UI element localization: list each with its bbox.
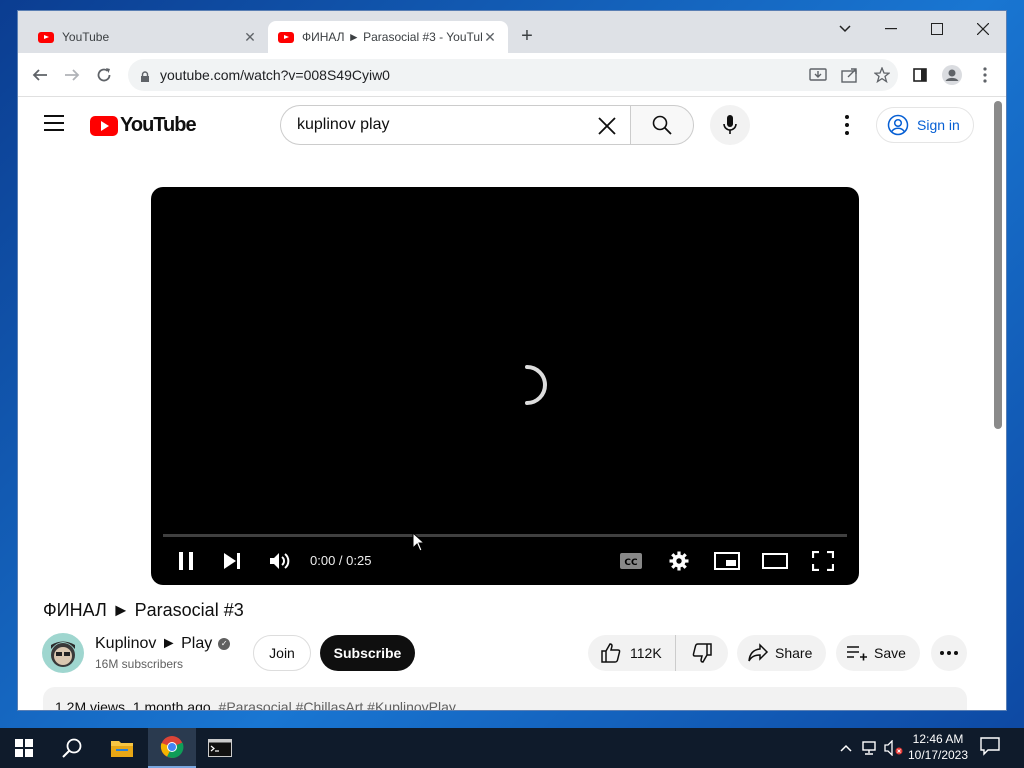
search-icon[interactable] xyxy=(48,728,96,768)
pause-icon[interactable] xyxy=(168,549,204,573)
clock-date: 10/17/2023 xyxy=(907,748,969,762)
lock-icon xyxy=(140,70,150,82)
youtube-play-logo-icon xyxy=(90,115,118,136)
join-button[interactable]: Join xyxy=(253,635,311,671)
save-button[interactable]: Save xyxy=(836,635,920,671)
share-page-icon[interactable] xyxy=(838,63,862,87)
sign-in-label: Sign in xyxy=(917,117,960,133)
tab-title: ФИНАЛ ► Parasocial #3 - YouTube xyxy=(302,30,482,44)
close-window-icon[interactable] xyxy=(960,15,1006,43)
reload-icon[interactable] xyxy=(90,61,118,89)
bookmark-star-icon[interactable] xyxy=(870,63,894,87)
fullscreen-icon[interactable] xyxy=(805,549,841,573)
volume-icon[interactable] xyxy=(262,549,298,573)
tab-youtube-home[interactable]: YouTube ✕ xyxy=(28,21,268,53)
new-tab-icon[interactable]: + xyxy=(516,25,538,48)
youtube-favicon-icon xyxy=(38,31,54,43)
install-app-icon[interactable] xyxy=(806,63,830,87)
progress-bar[interactable] xyxy=(163,534,847,537)
settings-gear-icon[interactable] xyxy=(661,549,697,573)
system-clock[interactable]: 12:46 AM 10/17/2023 xyxy=(906,731,970,763)
loading-spinner-icon xyxy=(525,365,547,405)
save-label: Save xyxy=(874,645,906,661)
browser-toolbar: youtube.com/watch?v=008S49Cyiw0 xyxy=(18,53,1006,97)
minimize-icon[interactable] xyxy=(868,15,914,43)
search-query: kuplinov play xyxy=(297,116,390,133)
like-button[interactable]: 112K xyxy=(588,635,676,671)
channel-name[interactable]: Kuplinov ► Play ✓ xyxy=(95,635,231,653)
channel-avatar[interactable] xyxy=(42,633,84,673)
volume-muted-icon[interactable] xyxy=(884,738,904,758)
side-panel-icon[interactable] xyxy=(908,63,932,87)
address-bar[interactable]: youtube.com/watch?v=008S49Cyiw0 xyxy=(128,59,898,91)
chrome-taskbar-icon[interactable] xyxy=(148,728,196,768)
upload-age: 1 month ago xyxy=(132,699,211,711)
forward-icon[interactable] xyxy=(58,61,86,89)
tab-close-icon[interactable]: ✕ xyxy=(242,29,258,46)
back-icon[interactable] xyxy=(26,61,54,89)
tab-search-chevron-icon[interactable] xyxy=(822,15,868,43)
clear-search-icon[interactable] xyxy=(596,115,618,137)
verified-check-icon: ✓ xyxy=(218,638,231,650)
tab-title: YouTube xyxy=(62,30,110,44)
next-video-icon[interactable] xyxy=(214,549,250,573)
closed-captions-icon[interactable]: CC xyxy=(613,549,649,573)
thumbs-up-icon xyxy=(601,643,621,663)
browser-menu-icon[interactable] xyxy=(973,63,997,87)
share-arrow-icon xyxy=(748,643,769,662)
video-player[interactable]: 0:00 / 0:25 CC xyxy=(151,187,859,585)
video-title: ФИНАЛ ► Parasocial #3 xyxy=(43,600,244,620)
hamburger-menu-icon[interactable] xyxy=(44,115,64,131)
scrollbar-thumb[interactable] xyxy=(994,101,1002,429)
like-dislike-group: 112K xyxy=(588,635,728,671)
share-label: Share xyxy=(775,645,813,661)
tab-close-icon[interactable]: ✕ xyxy=(482,29,498,46)
youtube-header: YouTube kuplinov play Sign in xyxy=(18,97,992,153)
miniplayer-icon[interactable] xyxy=(709,549,745,573)
network-icon[interactable] xyxy=(860,738,880,758)
sign-in-button[interactable]: Sign in xyxy=(876,107,974,143)
hashtags[interactable]: #Parasocial #ChillasArt #KuplinovPlay xyxy=(219,699,456,710)
theater-mode-icon[interactable] xyxy=(757,549,793,573)
search-input[interactable]: kuplinov play xyxy=(280,105,630,145)
like-count: 112K xyxy=(630,645,662,661)
page-scrollbar[interactable] xyxy=(990,97,1006,710)
share-button[interactable]: Share xyxy=(737,635,827,671)
tab-video[interactable]: ФИНАЛ ► Parasocial #3 - YouTube ✕ xyxy=(268,21,508,53)
dislike-button[interactable] xyxy=(676,642,728,664)
youtube-favicon-icon xyxy=(278,31,294,43)
browser-window: YouTube ✕ ФИНАЛ ► Parasocial #3 - YouTub… xyxy=(17,10,1007,711)
tab-strip: YouTube ✕ ФИНАЛ ► Parasocial #3 - YouTub… xyxy=(18,11,1006,53)
maximize-icon[interactable] xyxy=(914,15,960,43)
taskbar: 12:46 AM 10/17/2023 xyxy=(0,728,1024,768)
url-text: youtube.com/watch?v=008S49Cyiw0 xyxy=(160,67,390,83)
voice-search-mic-icon[interactable] xyxy=(710,105,750,145)
notifications-icon[interactable] xyxy=(980,736,1004,760)
thumbs-down-icon xyxy=(692,643,712,663)
profile-icon[interactable] xyxy=(940,63,964,87)
svg-text:CC: CC xyxy=(624,558,638,568)
youtube-logo[interactable]: YouTube xyxy=(90,114,197,137)
subscriber-count: 16M subscribers xyxy=(95,657,184,671)
terminal-icon[interactable] xyxy=(196,728,244,768)
time-display: 0:00 / 0:25 xyxy=(310,553,372,568)
user-circle-icon xyxy=(887,114,909,136)
view-count: 1.2M views xyxy=(55,699,126,711)
description-box[interactable]: 1.2M views 1 month ago #Parasocial #Chil… xyxy=(43,687,967,711)
mouse-cursor-icon xyxy=(412,532,426,552)
more-actions-icon[interactable] xyxy=(931,635,967,671)
start-windows-icon[interactable] xyxy=(0,728,48,768)
add-to-playlist-icon xyxy=(847,646,867,661)
channel-name-text: Kuplinov ► Play xyxy=(95,635,213,652)
file-explorer-icon[interactable] xyxy=(98,728,146,768)
settings-menu-icon[interactable] xyxy=(838,113,856,137)
search-button[interactable] xyxy=(630,105,694,145)
youtube-page: YouTube kuplinov play Sign in 0:00 / 0:2… xyxy=(18,97,992,711)
search-icon xyxy=(652,115,672,135)
youtube-logo-text: YouTube xyxy=(120,114,197,136)
clock-time: 12:46 AM xyxy=(912,732,964,746)
subscribe-button[interactable]: Subscribe xyxy=(320,635,415,671)
tray-chevron-up-icon[interactable] xyxy=(836,738,856,758)
